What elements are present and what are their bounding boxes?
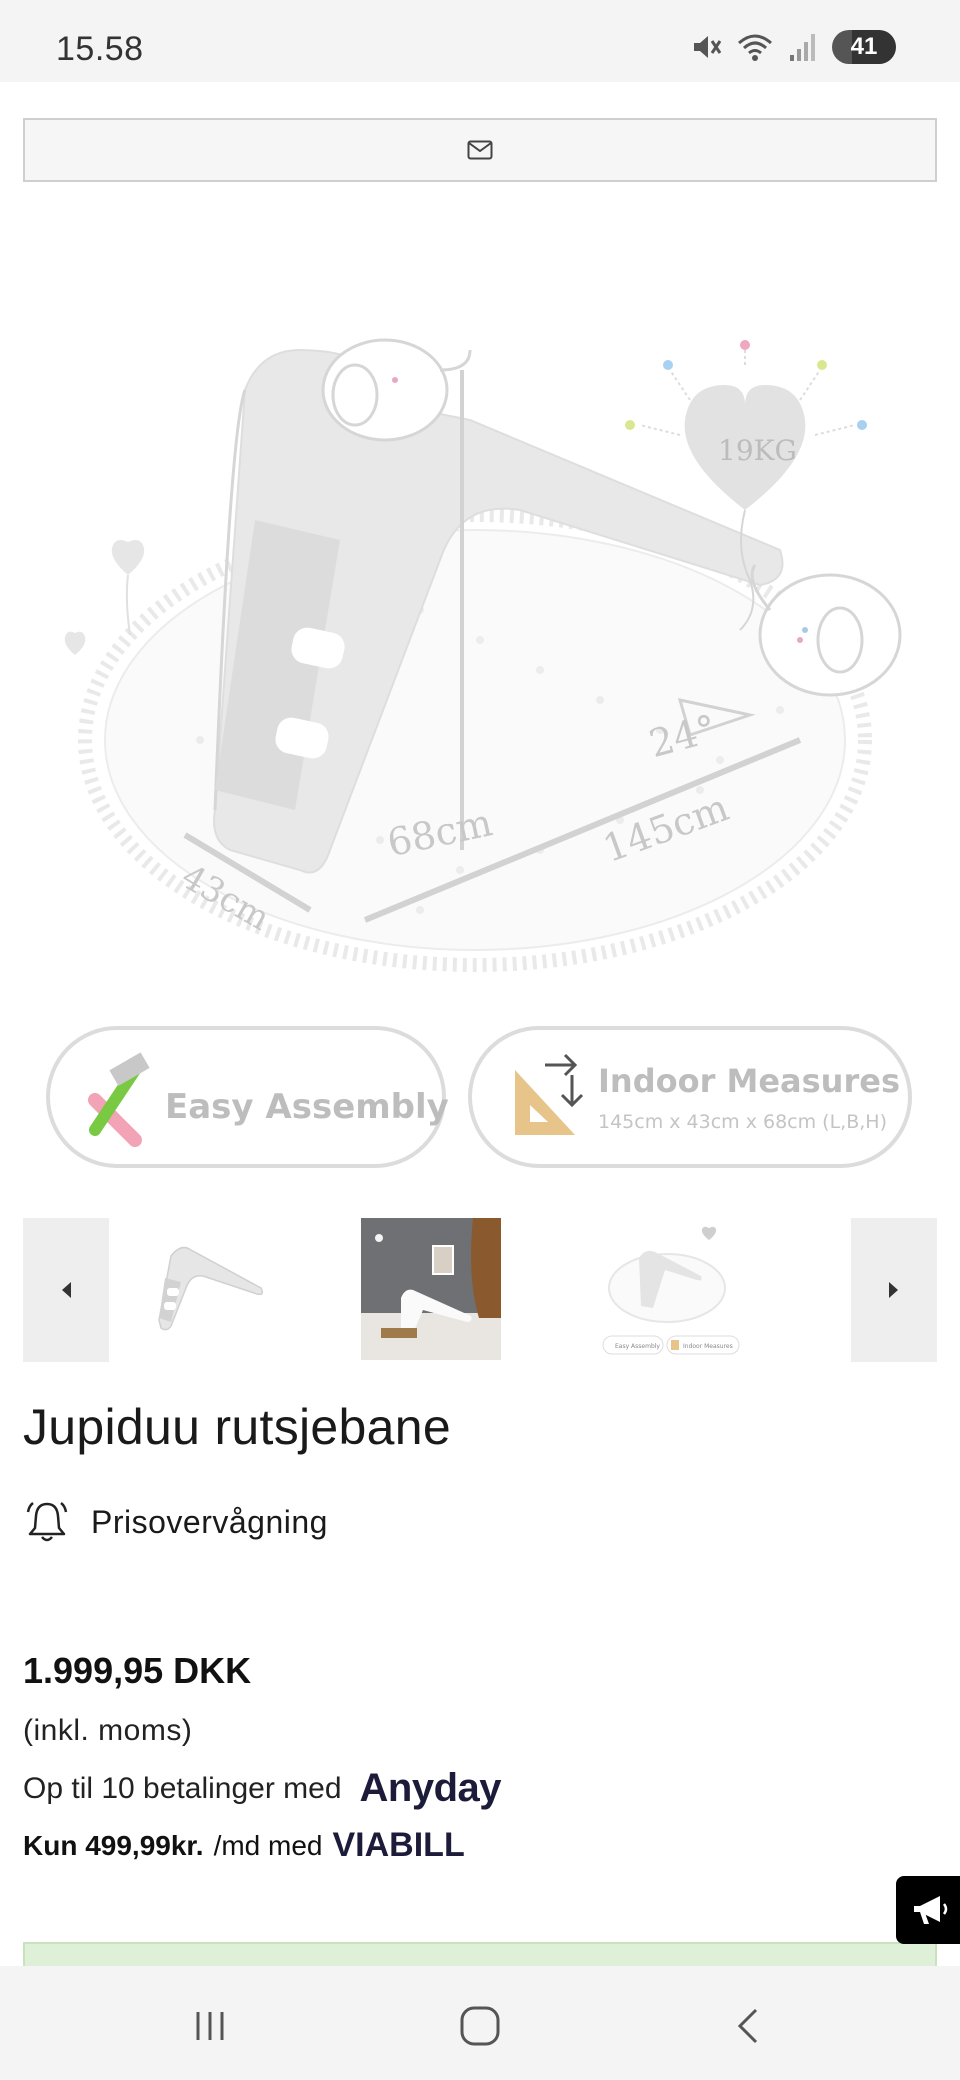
anyday-text: Op til 10 betalinger med xyxy=(23,1771,342,1805)
viabill-text: /md med xyxy=(213,1829,323,1861)
easy-assembly-badge: Easy Assembly xyxy=(46,1026,449,1168)
thumb-mini-assembly: Easy Assembly xyxy=(615,1343,660,1350)
thumb-next-button[interactable] xyxy=(851,1218,937,1362)
viabill-financing[interactable]: Kun 499,99kr. /md med VIABILL xyxy=(23,1826,465,1865)
caret-left-icon xyxy=(62,1282,71,1298)
viabill-price: Kun 499,99kr. xyxy=(23,1829,204,1861)
mute-icon xyxy=(694,36,722,58)
easy-assembly-label: Easy Assembly xyxy=(165,1087,449,1127)
status-icons: 41 xyxy=(690,30,896,64)
home-button[interactable] xyxy=(450,1996,510,2056)
indoor-measures-badge: Indoor Measures 145cm x 43cm x 68cm (L,B… xyxy=(468,1026,912,1168)
home-icon xyxy=(460,2006,500,2046)
signal-icon xyxy=(790,34,815,61)
mail-icon xyxy=(467,140,493,160)
newsletter-button[interactable] xyxy=(23,118,937,182)
caret-right-icon xyxy=(889,1282,898,1298)
thumbnail-slide-room[interactable] xyxy=(361,1218,501,1360)
price-watch-label: Prisovervågning xyxy=(91,1503,328,1540)
back-icon xyxy=(737,2008,758,2044)
weight-label: 19KG xyxy=(718,434,797,467)
recents-icon xyxy=(196,2012,224,2040)
thumbnail-slide-white[interactable] xyxy=(131,1218,271,1360)
recents-button[interactable] xyxy=(180,1996,240,2056)
vat-note: (inkl. moms) xyxy=(23,1714,193,1747)
product-price: 1.999,95 DKK xyxy=(23,1650,252,1691)
indoor-measures-label: Indoor Measures xyxy=(598,1062,900,1100)
announcement-button[interactable] xyxy=(896,1876,960,1944)
thumbnail-slide-diagram[interactable]: Easy Assembly Indoor Measures xyxy=(601,1218,741,1360)
price-watch-button[interactable]: Prisovervågning xyxy=(23,1498,328,1546)
viabill-logo: VIABILL xyxy=(332,1826,465,1864)
thumb-prev-button[interactable] xyxy=(23,1218,109,1362)
status-bar: 15.58 41 xyxy=(0,0,960,82)
indoor-measures-sub: 145cm x 43cm x 68cm (L,B,H) xyxy=(598,1111,887,1133)
status-time: 15.58 xyxy=(56,30,144,68)
product-page: 15.58 41 68cm 145cm 43cm 24° 19KG Easy A… xyxy=(0,0,960,2080)
battery-icon: 41 xyxy=(832,30,896,64)
megaphone-icon xyxy=(914,1896,948,1924)
anyday-financing[interactable]: Op til 10 betalinger med Anyday xyxy=(23,1766,502,1811)
battery-level: 41 xyxy=(850,33,878,60)
bell-icon xyxy=(26,1502,68,1542)
thumb-mini-measures: Indoor Measures xyxy=(683,1343,733,1350)
product-title: Jupiduu rutsjebane xyxy=(23,1399,451,1455)
wifi-icon xyxy=(738,34,772,61)
anyday-logo: Anyday xyxy=(359,1766,502,1810)
system-navigation-bar xyxy=(0,1966,960,2080)
thumbnail-strip: Easy Assembly Indoor Measures xyxy=(23,1218,937,1362)
product-main-image[interactable]: 68cm 145cm 43cm 24° 19KG Easy Assembly I… xyxy=(0,310,960,1190)
back-button[interactable] xyxy=(718,1996,778,2056)
